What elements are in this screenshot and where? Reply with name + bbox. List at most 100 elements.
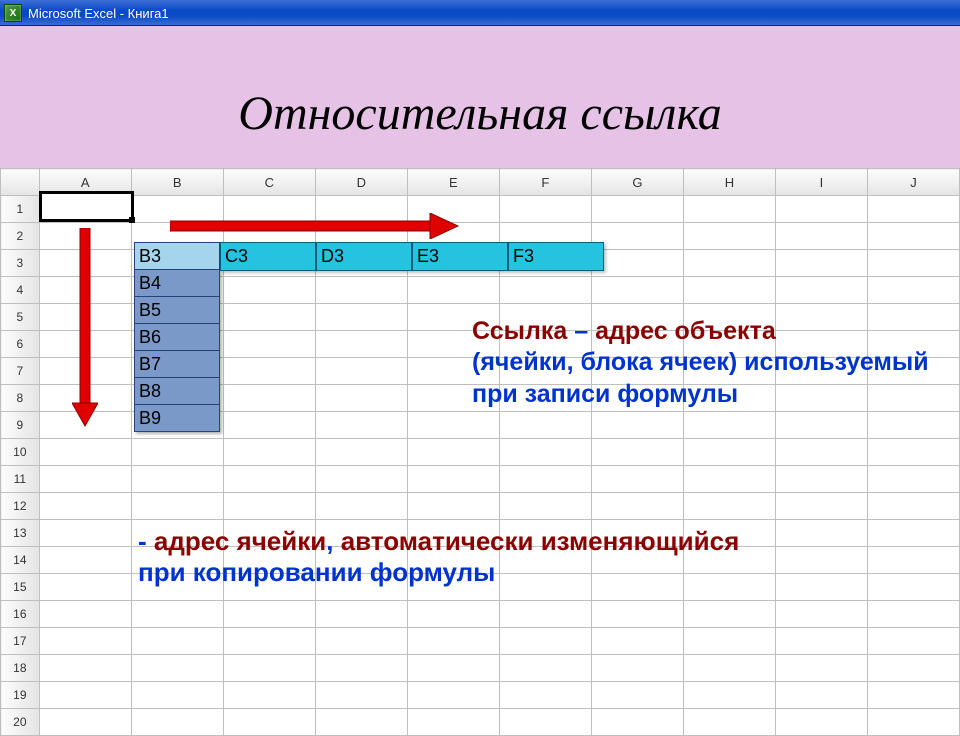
col-header-G[interactable]: G <box>591 169 683 196</box>
row-header-18[interactable]: 18 <box>1 655 40 682</box>
cell-D1[interactable] <box>315 196 407 223</box>
cell-F11[interactable] <box>499 466 591 493</box>
cell-G9[interactable] <box>591 412 683 439</box>
cell-I2[interactable] <box>775 223 867 250</box>
row-header-16[interactable]: 16 <box>1 601 40 628</box>
cell-G4[interactable] <box>591 277 683 304</box>
cell-H16[interactable] <box>683 601 775 628</box>
cell-C16[interactable] <box>223 601 315 628</box>
cell-J19[interactable] <box>867 682 959 709</box>
cell-B18[interactable] <box>131 655 223 682</box>
cell-G20[interactable] <box>591 709 683 736</box>
row-header-17[interactable]: 17 <box>1 628 40 655</box>
cell-D17[interactable] <box>315 628 407 655</box>
cell-H17[interactable] <box>683 628 775 655</box>
cell-F9[interactable] <box>499 412 591 439</box>
cell-I9[interactable] <box>775 412 867 439</box>
cell-A7[interactable] <box>39 358 131 385</box>
cell-G10[interactable] <box>591 439 683 466</box>
cell-J3[interactable] <box>867 250 959 277</box>
cell-F19[interactable] <box>499 682 591 709</box>
cell-A4[interactable] <box>39 277 131 304</box>
cell-B17[interactable] <box>131 628 223 655</box>
cell-D4[interactable] <box>315 277 407 304</box>
cell-A3[interactable] <box>39 250 131 277</box>
cell-D16[interactable] <box>315 601 407 628</box>
cell-F4[interactable] <box>499 277 591 304</box>
cell-C10[interactable] <box>223 439 315 466</box>
cell-I13[interactable] <box>775 520 867 547</box>
col-header-D[interactable]: D <box>315 169 407 196</box>
cell-E10[interactable] <box>407 439 499 466</box>
cell-J13[interactable] <box>867 520 959 547</box>
cell-E1[interactable] <box>407 196 499 223</box>
cell-J11[interactable] <box>867 466 959 493</box>
cell-A2[interactable] <box>39 223 131 250</box>
cell-F10[interactable] <box>499 439 591 466</box>
row-header-7[interactable]: 7 <box>1 358 40 385</box>
col-header-J[interactable]: J <box>867 169 959 196</box>
cell-C18[interactable] <box>223 655 315 682</box>
cell-J16[interactable] <box>867 601 959 628</box>
cell-J4[interactable] <box>867 277 959 304</box>
cell-G16[interactable] <box>591 601 683 628</box>
cell-I16[interactable] <box>775 601 867 628</box>
cell-A16[interactable] <box>39 601 131 628</box>
cell-H19[interactable] <box>683 682 775 709</box>
cell-A18[interactable] <box>39 655 131 682</box>
cell-G1[interactable] <box>591 196 683 223</box>
cell-J15[interactable] <box>867 574 959 601</box>
cell-D19[interactable] <box>315 682 407 709</box>
cell-I18[interactable] <box>775 655 867 682</box>
cell-A12[interactable] <box>39 493 131 520</box>
row-header-14[interactable]: 14 <box>1 547 40 574</box>
cell-D20[interactable] <box>315 709 407 736</box>
cell-D9[interactable] <box>315 412 407 439</box>
cell-I17[interactable] <box>775 628 867 655</box>
row-header-2[interactable]: 2 <box>1 223 40 250</box>
cell-E18[interactable] <box>407 655 499 682</box>
row-header-9[interactable]: 9 <box>1 412 40 439</box>
col-header-I[interactable]: I <box>775 169 867 196</box>
cell-D5[interactable] <box>315 304 407 331</box>
cell-J17[interactable] <box>867 628 959 655</box>
cell-E9[interactable] <box>407 412 499 439</box>
cell-G12[interactable] <box>591 493 683 520</box>
row-header-3[interactable]: 3 <box>1 250 40 277</box>
cell-C1[interactable] <box>223 196 315 223</box>
col-header-F[interactable]: F <box>499 169 591 196</box>
cell-C8[interactable] <box>223 385 315 412</box>
cell-J10[interactable] <box>867 439 959 466</box>
cell-A6[interactable] <box>39 331 131 358</box>
cell-H1[interactable] <box>683 196 775 223</box>
row-header-13[interactable]: 13 <box>1 520 40 547</box>
cell-C6[interactable] <box>223 331 315 358</box>
row-header-8[interactable]: 8 <box>1 385 40 412</box>
cell-F17[interactable] <box>499 628 591 655</box>
cell-I20[interactable] <box>775 709 867 736</box>
cell-C19[interactable] <box>223 682 315 709</box>
cell-A20[interactable] <box>39 709 131 736</box>
cell-C12[interactable] <box>223 493 315 520</box>
cell-H20[interactable] <box>683 709 775 736</box>
cell-I19[interactable] <box>775 682 867 709</box>
cell-J9[interactable] <box>867 412 959 439</box>
row-header-5[interactable]: 5 <box>1 304 40 331</box>
col-header-H[interactable]: H <box>683 169 775 196</box>
col-header-B[interactable]: B <box>131 169 223 196</box>
cell-I1[interactable] <box>775 196 867 223</box>
cell-D11[interactable] <box>315 466 407 493</box>
cell-H10[interactable] <box>683 439 775 466</box>
cell-A13[interactable] <box>39 520 131 547</box>
col-header-E[interactable]: E <box>407 169 499 196</box>
row-header-10[interactable]: 10 <box>1 439 40 466</box>
cell-A11[interactable] <box>39 466 131 493</box>
cell-H4[interactable] <box>683 277 775 304</box>
cell-D18[interactable] <box>315 655 407 682</box>
cell-B19[interactable] <box>131 682 223 709</box>
cell-C11[interactable] <box>223 466 315 493</box>
cell-B11[interactable] <box>131 466 223 493</box>
cell-B10[interactable] <box>131 439 223 466</box>
cell-D7[interactable] <box>315 358 407 385</box>
cell-E4[interactable] <box>407 277 499 304</box>
